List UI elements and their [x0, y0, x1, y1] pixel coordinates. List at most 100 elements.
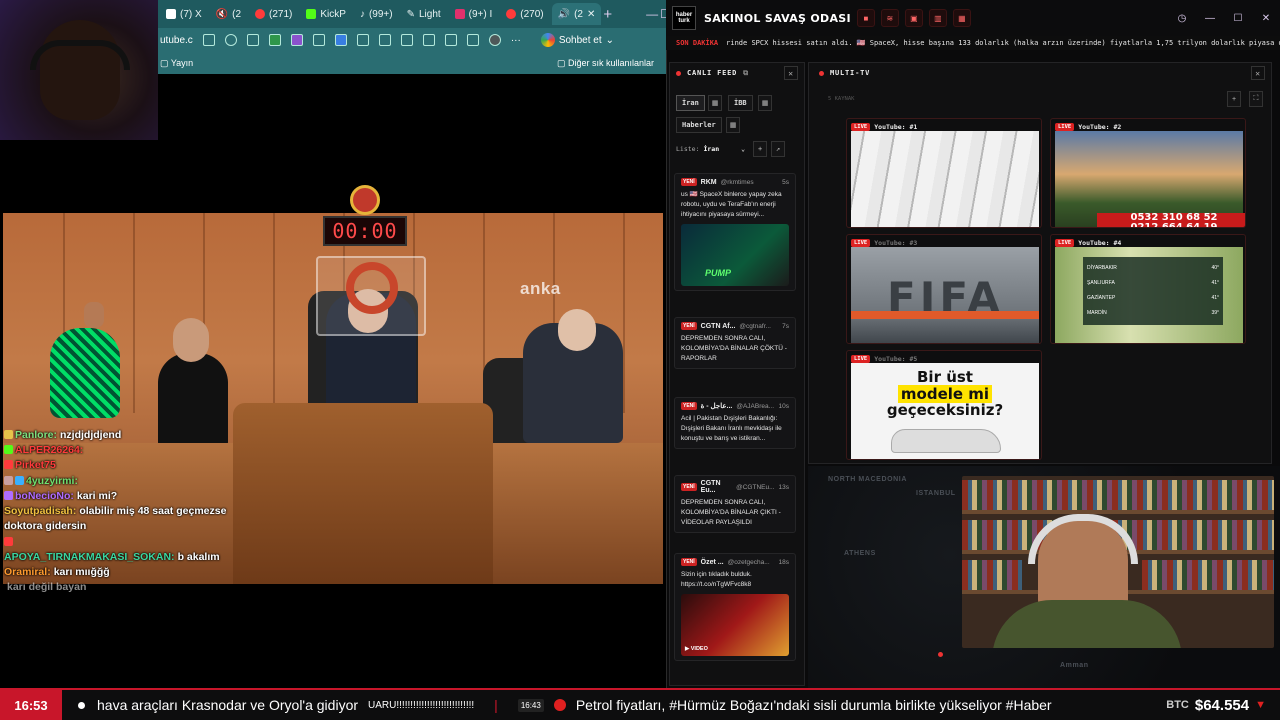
grid-button[interactable]: ▦: [952, 9, 971, 27]
chat-message: ALPER26264:: [4, 443, 254, 458]
maximize-button[interactable]: ☐: [1224, 13, 1252, 24]
feed-card[interactable]: YENİ CGTN Af... @cgtnafr... 7s DEPREMDEN SO…: [674, 317, 796, 370]
cactus-avatar: [50, 328, 120, 418]
close-icon[interactable]: ✕: [784, 66, 798, 80]
ticker-text: hava araçları Krasnodar ve Oryol'a gidiy…: [97, 697, 1052, 713]
browser-tab[interactable]: ✎ Light: [401, 3, 447, 25]
close-icon[interactable]: ✕: [1251, 66, 1265, 80]
browser-tab[interactable]: ♪ (99+): [354, 3, 399, 25]
tab-haberler[interactable]: Haberler: [676, 117, 722, 133]
chat-username[interactable]: Panlore:: [15, 429, 57, 441]
tv-tile[interactable]: LIVE YouTube: #5 Bir üst modele mi geçeceks…: [846, 350, 1042, 460]
expand-icon[interactable]: ⛶: [1249, 91, 1263, 107]
screenshot-icon[interactable]: [466, 34, 479, 46]
youtube-icon: [506, 9, 517, 19]
tiktok-icon: ♪: [359, 8, 365, 20]
grid-icon[interactable]: ▦: [708, 95, 722, 111]
tab-iran[interactable]: İran: [676, 95, 705, 111]
card-thumbnail[interactable]: PUMP: [681, 224, 789, 287]
close-window-button[interactable]: ✕: [1252, 13, 1280, 24]
feed-card[interactable]: YENİ RKM @rkmtimes 5s us 🇺🇸 SpaceX binlerce…: [674, 173, 796, 292]
chat-message: boNecioNo: kari mi?: [4, 489, 254, 504]
translate-icon[interactable]: [334, 34, 347, 46]
chat-username[interactable]: 4yuzyirmi:: [26, 475, 78, 487]
browser-tab[interactable]: (271): [249, 3, 298, 25]
dashboard-header: haber turk SAKINOL SAVAŞ ODASI ■ ≋ ▣ ▥ ▦…: [666, 0, 1280, 36]
kick-icon: [306, 9, 317, 19]
feed-card[interactable]: YENİ CGTN Eu... @CGTNEu... 13s DEPREMDEN SO…: [674, 475, 796, 534]
chat-username[interactable]: Oramiral:: [4, 566, 51, 578]
copilot-icon: [540, 33, 555, 47]
feed-card[interactable]: YENİ Özet ... @ozetgecha... 18s Sizin için …: [674, 553, 796, 662]
chat-text: b akalım: [177, 550, 220, 563]
tv-feed: [851, 131, 1039, 227]
tab-search-icon[interactable]: [202, 34, 215, 46]
minimize-button[interactable]: —: [646, 7, 658, 21]
weather-row: DİYARBAKIR 40°: [1087, 265, 1219, 271]
popout-icon[interactable]: ⧉: [743, 69, 749, 78]
url-text[interactable]: utube.c: [160, 35, 193, 46]
tv-tile[interactable]: LIVE YouTube: #3 FIFA: [846, 234, 1042, 344]
browser-tab[interactable]: (7) X: [160, 3, 208, 25]
grid-icon[interactable]: ▦: [726, 117, 740, 133]
person: [173, 318, 209, 362]
favorites-icon[interactable]: [422, 34, 435, 46]
emote-icon: [4, 430, 13, 439]
extension-icon[interactable]: [246, 34, 259, 46]
card-thumbnail[interactable]: ▶ VIDEO: [681, 594, 789, 657]
down-arrow-icon: ▼: [1255, 699, 1266, 711]
streamer-body: [992, 600, 1182, 648]
haberturk-logo: haber turk: [672, 6, 696, 30]
tv-tile[interactable]: LIVE YouTube: #2 0532 310 68 52 0212 664 …: [1050, 118, 1246, 228]
chat-username[interactable]: Pirket75: [15, 459, 56, 471]
expand-icon[interactable]: ↗: [771, 141, 786, 157]
tv-tile[interactable]: LIVE YouTube: #1: [846, 118, 1042, 228]
chat-username[interactable]: ALPER26264:: [15, 444, 83, 456]
books: [962, 560, 1022, 590]
close-tab-icon[interactable]: ✕: [587, 9, 595, 20]
list-selector[interactable]: Liste: İran ⌄ + ↗: [676, 141, 800, 157]
extension-icon[interactable]: [290, 34, 303, 46]
chat-username[interactable]: Soyutpadisah:: [4, 505, 76, 517]
panel-header: CANLI FEED ⧉ ✕: [670, 63, 804, 83]
feed-card[interactable]: YENİ عاجل - ة... @AJABrea... 10s Acil | Pak…: [674, 397, 796, 450]
tv-tile[interactable]: LIVE YouTube: #4 DİYARBAKIR 40° ŞANLIURFA 4…: [1050, 234, 1246, 344]
chat-username[interactable]: APOYA_TIRNAKMAKASI_SOKAN:: [4, 551, 175, 563]
browser-tab[interactable]: 🔇 (2: [210, 3, 247, 25]
parliament-emblem: [350, 185, 380, 215]
collections-icon[interactable]: [444, 34, 457, 46]
briefcase-button[interactable]: ▣: [904, 9, 923, 27]
add-icon[interactable]: +: [1227, 91, 1241, 107]
minimize-button[interactable]: —: [1196, 13, 1224, 24]
extension-icon[interactable]: [312, 34, 325, 46]
history-icon[interactable]: ◷: [1168, 13, 1196, 24]
browser-tab[interactable]: KickP: [300, 3, 352, 25]
browser-tab-active[interactable]: 🔊 (2 ✕: [551, 3, 602, 25]
grid-icon[interactable]: ▦: [758, 95, 772, 111]
star-icon[interactable]: [224, 34, 237, 46]
browser-tab[interactable]: (9+) I: [449, 3, 499, 25]
chat-username[interactable]: boNecioNo:: [15, 490, 74, 502]
diamond-icon: [15, 475, 24, 485]
new-tab-button[interactable]: +: [603, 6, 612, 23]
rss-button[interactable]: ≋: [880, 9, 899, 27]
chart-button[interactable]: ▥: [928, 9, 947, 27]
copilot-chat-button[interactable]: Sohbet et ⌄: [540, 33, 614, 47]
extension-icon[interactable]: [268, 34, 281, 46]
browser-tab[interactable]: (270): [500, 3, 549, 25]
chat-text: nzjdjdjdjend: [60, 429, 122, 441]
puzzle-icon[interactable]: [378, 34, 391, 46]
bookmark-yayin[interactable]: ▢ Yayın: [160, 58, 193, 69]
live-badge: LIVE: [1055, 239, 1075, 247]
add-icon[interactable]: +: [753, 141, 768, 157]
other-favorites[interactable]: ▢ Diğer sık kullanılanlar: [557, 58, 654, 69]
page-title: SAKINOL SAVAŞ ODASI: [704, 11, 851, 25]
stop-button[interactable]: ■: [856, 9, 875, 27]
map-label: ATHENS: [844, 550, 876, 557]
tab-ibb[interactable]: İBB: [728, 95, 753, 111]
more-icon[interactable]: ···: [511, 35, 521, 46]
avatar[interactable]: [488, 34, 501, 46]
weather-table: DİYARBAKIR 40° ŞANLIURFA 41° GAZİANTEP 41° …: [1083, 257, 1223, 325]
extension-icon[interactable]: [356, 34, 369, 46]
sidebar-icon[interactable]: [400, 34, 413, 46]
